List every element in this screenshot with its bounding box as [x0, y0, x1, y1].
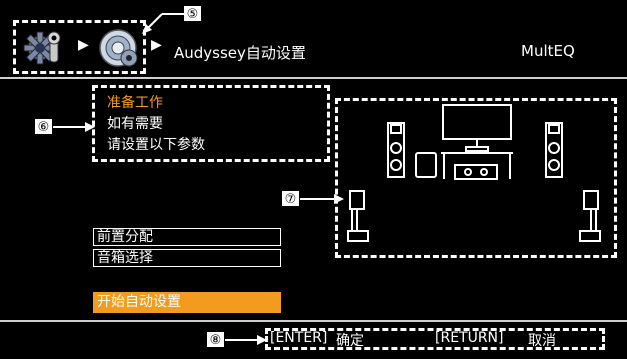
footer-divider — [0, 320, 627, 322]
header-divider — [0, 77, 627, 79]
instruction-line-2: 如有需要 — [107, 116, 163, 132]
enter-action-label: 确定 — [336, 333, 364, 349]
breadcrumb-arrow-1: ▶ — [78, 37, 89, 53]
settings-gears-icon — [23, 31, 61, 65]
page-title: Audyssey自动设置 — [174, 44, 306, 62]
return-key-label: [RETURN] — [435, 330, 504, 346]
enter-key-label: [ENTER] — [270, 330, 328, 346]
callout-6: ⑥ — [34, 118, 53, 135]
speaker-gear-icon — [99, 29, 138, 67]
callout-6-arrow — [53, 122, 95, 132]
speaker-layout-diagram — [347, 104, 601, 242]
instruction-line-3: 请设置以下参数 — [107, 137, 205, 153]
callout-8-arrow — [225, 335, 267, 345]
menu-item-speaker-select[interactable]: 音箱选择 — [93, 249, 281, 267]
instruction-title: 准备工作 — [107, 95, 163, 111]
callout-7: ⑦ — [281, 190, 300, 207]
mode-label: MultEQ — [521, 42, 575, 60]
breadcrumb-arrow-2: ▶ — [151, 37, 162, 53]
menu-item-front-assign[interactable]: 前置分配 — [93, 228, 281, 246]
start-auto-setup-button[interactable]: 开始自动设置 — [93, 292, 281, 313]
setup-screen: ▶ ▶ Audyssey自动设置 MultEQ ⑤ 准备工作 如有需要 请设置以… — [0, 0, 627, 359]
callout-8: ⑧ — [206, 331, 225, 348]
return-action-label: 取消 — [528, 333, 556, 349]
callout-5-arrow — [142, 13, 184, 34]
callout-7-arrow — [300, 194, 344, 204]
